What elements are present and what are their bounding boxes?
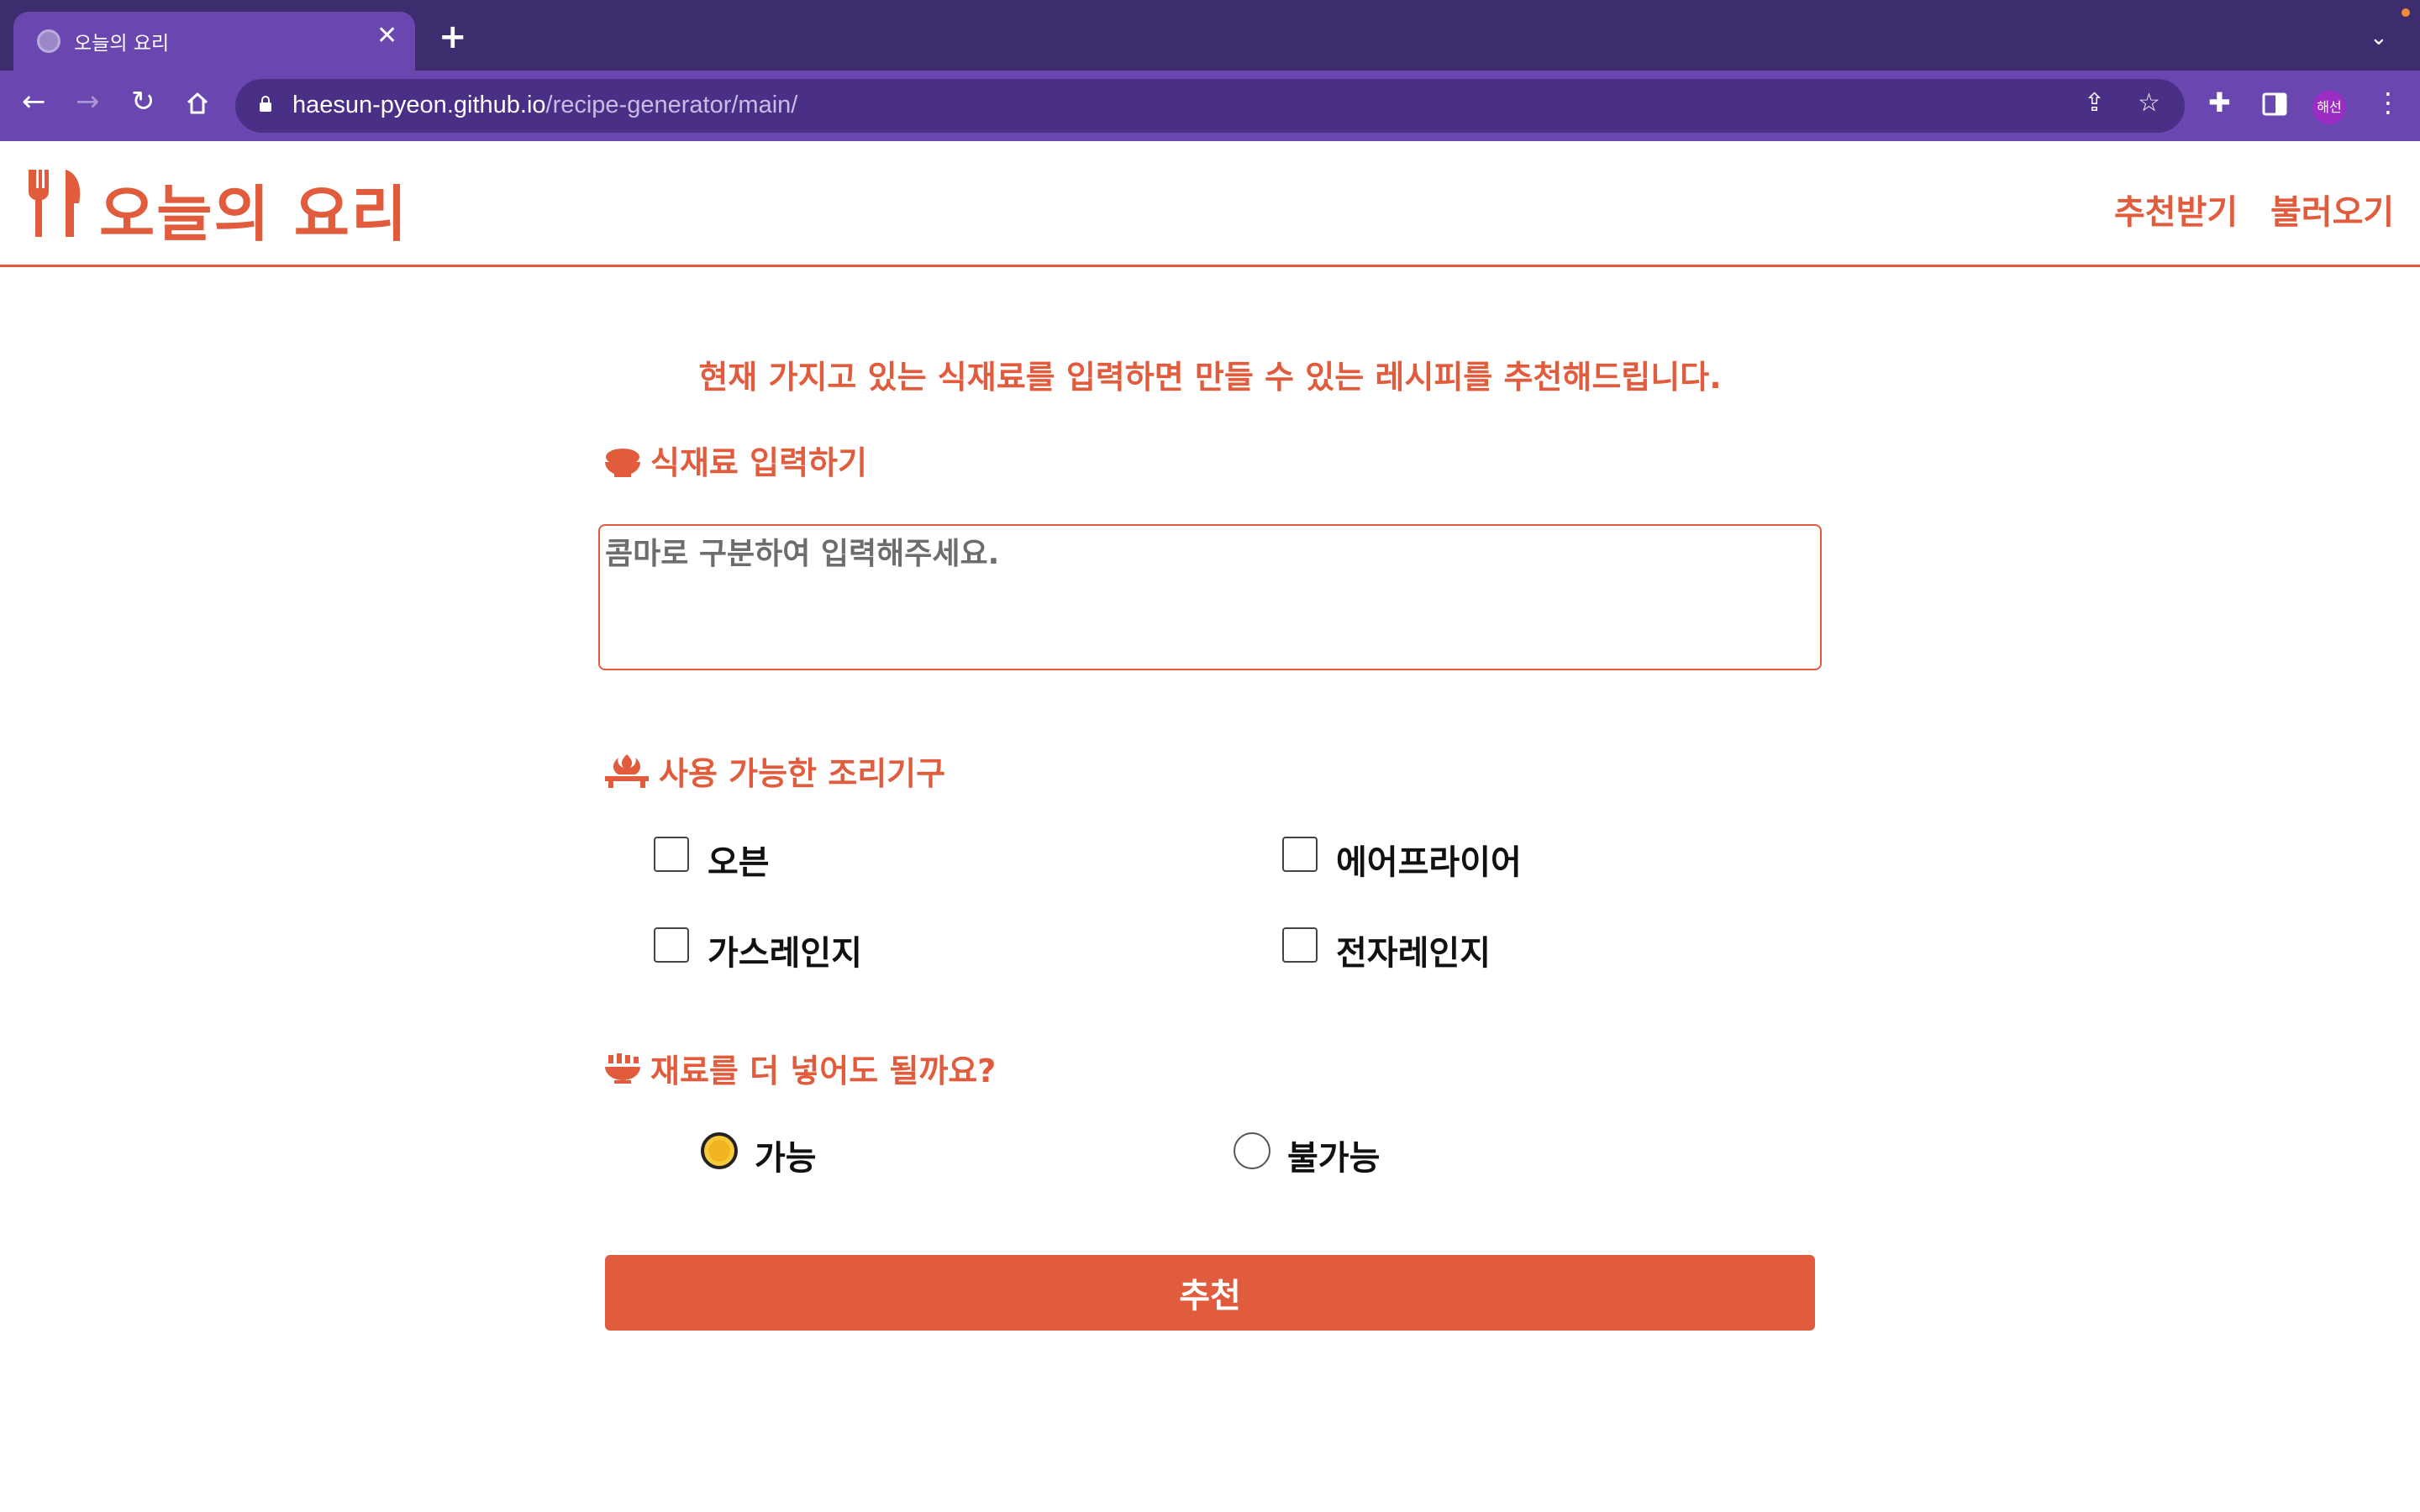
ingredients-title: 식재료 입력하기	[603, 437, 867, 483]
chevron-down-icon[interactable]: ⌄	[2370, 25, 2388, 50]
tab-title: 오늘의 요리	[74, 33, 170, 55]
gasrange-label[interactable]: 가스레인지	[708, 926, 862, 974]
browser-tab[interactable]: 오늘의 요리 ✕	[13, 12, 415, 71]
back-icon[interactable]: ←	[22, 87, 46, 116]
extra-title-text: 재료를 더 넣어도 될까요?	[650, 1053, 997, 1089]
star-icon[interactable]: ☆	[2138, 91, 2160, 116]
ingredients-input[interactable]	[598, 524, 1822, 670]
nav-link-recommend[interactable]: 추천받기	[2114, 185, 2238, 234]
airfryer-checkbox[interactable]	[1282, 837, 1318, 872]
close-tab-icon[interactable]: ✕	[376, 24, 397, 49]
yes-radio[interactable]	[701, 1132, 738, 1169]
nav-link-load[interactable]: 불러오기	[2270, 185, 2394, 234]
site-logo-text[interactable]: 오늘의 요리	[99, 165, 408, 253]
extensions-icon[interactable]: ✚	[2208, 89, 2231, 116]
yes-label[interactable]: 가능	[755, 1131, 817, 1179]
site-header: 오늘의 요리 추천받기 불러오기	[0, 141, 2420, 267]
browser-tab-bar: 오늘의 요리 ✕ + ⌄	[0, 0, 2420, 71]
oven-label[interactable]: 오븐	[708, 835, 770, 884]
microwave-checkbox[interactable]	[1282, 927, 1318, 963]
notification-dot	[2402, 8, 2410, 17]
tools-title-text: 사용 가능한 조리기구	[659, 755, 946, 792]
side-panel-icon[interactable]	[2262, 92, 2287, 116]
home-icon[interactable]	[185, 91, 210, 116]
browser-toolbar: ← → ↻ haesun-pyeon.github.io/recipe-gene…	[0, 71, 2420, 141]
stove-icon	[605, 754, 649, 788]
lock-icon	[260, 96, 271, 112]
recommend-submit-button[interactable]: 추천	[605, 1255, 1815, 1331]
forward-icon[interactable]: →	[76, 87, 100, 116]
new-tab-icon[interactable]: +	[439, 20, 467, 54]
bowl-icon	[605, 449, 640, 477]
ingredients-title-text: 식재료 입력하기	[650, 444, 867, 481]
page: 오늘의 요리 추천받기 불러오기 현재 가지고 있는 식재료를 입력하면 만들 …	[0, 141, 2420, 1512]
address-bar[interactable]: haesun-pyeon.github.io/recipe-generator/…	[235, 79, 2185, 133]
no-label[interactable]: 불가능	[1287, 1131, 1380, 1179]
gasrange-checkbox[interactable]	[654, 927, 689, 963]
globe-icon	[37, 29, 60, 53]
menu-icon[interactable]: ⋮	[2375, 89, 2402, 116]
tools-title: 사용 가능한 조리기구	[603, 748, 945, 794]
url-text: haesun-pyeon.github.io/recipe-generator/…	[292, 92, 798, 118]
intro-text: 현재 가지고 있는 식재료를 입력하면 만들 수 있는 레시피를 추천해드립니다…	[698, 359, 1722, 396]
airfryer-label[interactable]: 에어프라이어	[1336, 835, 1522, 884]
extra-title: 재료를 더 넣어도 될까요?	[603, 1045, 996, 1091]
food-bowl-icon	[605, 1053, 640, 1084]
profile-avatar[interactable]: 해선	[2312, 91, 2346, 124]
reload-icon[interactable]: ↻	[131, 87, 155, 116]
microwave-label[interactable]: 전자레인지	[1336, 926, 1491, 974]
share-icon[interactable]: ⇪	[2084, 91, 2105, 116]
fork-knife-icon	[28, 170, 81, 237]
no-radio[interactable]	[1234, 1132, 1270, 1169]
oven-checkbox[interactable]	[654, 837, 689, 872]
